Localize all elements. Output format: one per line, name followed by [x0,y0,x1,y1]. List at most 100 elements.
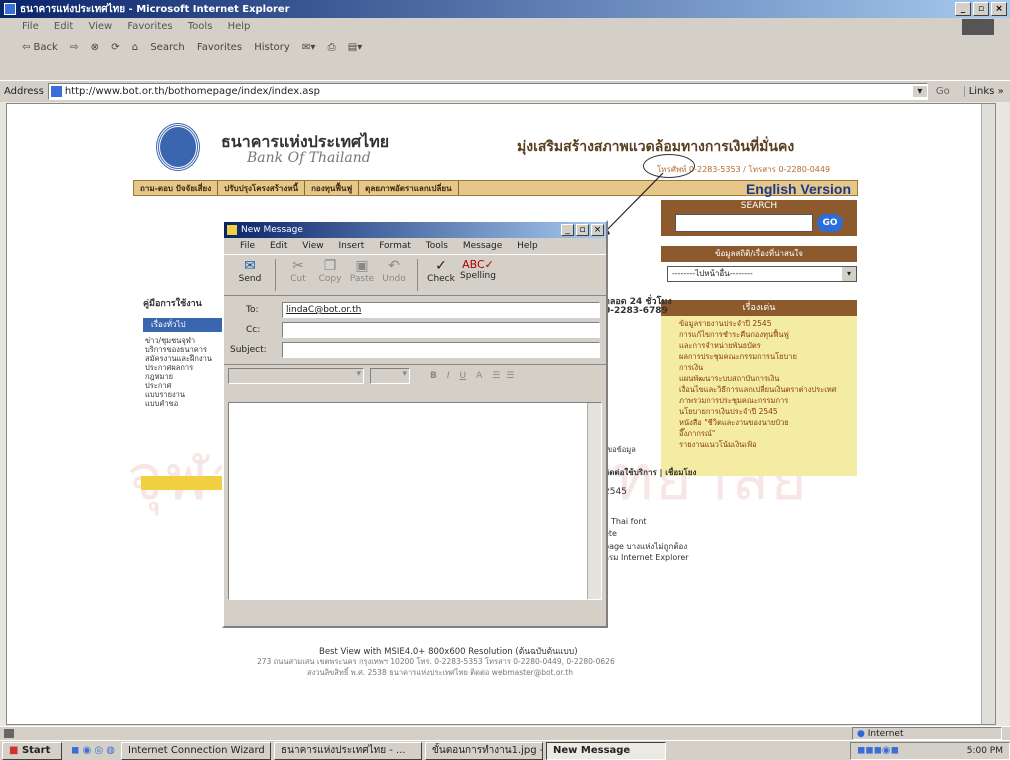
check-names-button[interactable]: ✓ Check [424,255,458,295]
search-go-button[interactable]: GO [817,214,843,232]
forward-button[interactable]: ⇨ [70,42,78,53]
side-item[interactable]: แบบรายงาน [145,390,212,399]
send-button[interactable]: ✉ Send [232,255,268,295]
tray-icons[interactable]: ◼◼◼◉◼ [857,745,899,756]
cut-button[interactable]: ✂ Cut [282,255,314,295]
message-menu-help[interactable]: Help [517,241,538,251]
cc-label[interactable]: Cc: [230,325,282,335]
refresh-button[interactable]: ⟳ [111,42,119,53]
task-image-file[interactable]: ขั้นตอนการทำงาน1.jpg - ... [425,741,544,760]
side-item[interactable]: ประกาศ [145,381,212,390]
side-tab[interactable]: เรื่องทั่วไป [143,318,227,332]
news-item[interactable]: และการจำหน่ายพันธบัตร [679,340,853,351]
mail-icon[interactable]: ✉▾ [302,42,315,53]
underline-button[interactable]: U [460,371,467,381]
message-menu-view[interactable]: View [302,241,323,251]
size-select[interactable]: ▾ [370,367,410,384]
bot-seal-icon [157,124,199,170]
to-label[interactable]: To: [230,305,282,315]
task-new-message[interactable]: New Message [546,741,667,760]
bold-button[interactable]: B [430,371,437,381]
maximize-button[interactable]: ▫ [973,2,989,16]
history-button[interactable]: History [254,42,290,53]
news-item[interactable]: ผลการประชุมคณะกรรมการนโยบาย [679,351,853,362]
dropdown-arrow-icon[interactable]: ▾ [842,267,856,281]
side-item[interactable]: ประกาศผลการ [145,363,212,372]
search-input[interactable] [675,214,813,232]
numbering-button[interactable]: ☰ [492,371,500,381]
news-item[interactable]: หนังสือ "ชีวิตและงานของนายป๋วย [679,417,853,428]
message-menu-tools[interactable]: Tools [426,241,448,251]
menu-tools[interactable]: Tools [188,21,213,32]
nav-item-exchange[interactable]: ดุลยภาพอัตราแลกเปลี่ยน [359,181,459,195]
message-menu-file[interactable]: File [240,241,255,251]
message-minimize-button[interactable]: _ [561,224,574,236]
menu-favorites[interactable]: Favorites [127,21,172,32]
links-button[interactable]: Links » [963,86,1004,97]
side-item[interactable]: แบบคำขอ [145,399,212,408]
print-icon[interactable]: ⎙ [328,42,336,53]
subject-field[interactable] [282,342,600,358]
message-menu-edit[interactable]: Edit [270,241,287,251]
message-close-button[interactable]: × [591,224,604,236]
font-color-button[interactable]: A [476,371,482,381]
english-version-link[interactable]: English Version [740,181,857,197]
home-button[interactable]: ⌂ [132,42,138,53]
font-select[interactable]: ▾ [228,367,364,384]
go-button[interactable]: Go [936,86,950,97]
side-item[interactable]: กฎหมาย [145,372,212,381]
body-scrollbar[interactable] [587,403,601,599]
new-message-icon [227,225,237,235]
side-item[interactable]: บริการของธนาคาร [145,345,212,354]
task-connection-wizard[interactable]: Internet Connection Wizard [121,741,272,760]
italic-button[interactable]: I [447,371,450,381]
news-item[interactable]: ภาพรวมการประชุมคณะกรรมการ [679,395,853,406]
news-item[interactable]: การแก้ไขการชำระคืนกองทุนฟื้นฟู [679,329,853,340]
message-maximize-button[interactable]: ▫ [576,224,589,236]
news-item[interactable]: รายงานแนวโน้มเงินเฟ้อ [679,439,853,450]
start-button[interactable]: ■ Start [2,741,62,760]
nav-item-fund[interactable]: กองทุนฟื้นฟู [305,181,360,195]
page-scrollbar[interactable] [981,104,995,724]
spelling-button[interactable]: ABC✓ Spelling [458,255,498,295]
nav-item-restructure[interactable]: ปรับปรุงโครงสร้างหนี้ [218,181,306,195]
address-label: Address [4,86,44,97]
menu-file[interactable]: File [22,21,39,32]
dropdown-arrow-icon[interactable]: ▾ [912,86,927,97]
menu-help[interactable]: Help [228,21,251,32]
windows-logo-icon [962,19,994,35]
undo-button[interactable]: ↶ Undo [378,255,410,295]
side-item[interactable]: ข่าว/ชุมชนจุฬา [145,336,212,345]
menu-view[interactable]: View [88,21,112,32]
bullets-button[interactable]: ☰ [506,371,514,381]
news-item[interactable]: การเงิน [679,362,853,373]
news-item[interactable]: ข้อมูลรายงานประจำปี 2545 [679,318,853,329]
paste-button[interactable]: ▣ Paste [346,255,378,295]
side-item[interactable]: สมัครงานและฝึกงาน [145,354,212,363]
service-links[interactable]: ติดต่อใช้บริการ | เชื่อมโยง [604,466,696,479]
quick-launch-icons[interactable]: ◼ ◉ ◎ ◍ [71,745,115,756]
minimize-button[interactable]: _ [955,2,971,16]
task-ie-bot[interactable]: ธนาคารแห่งประเทศไทย - ... [274,741,423,760]
message-menu-insert[interactable]: Insert [338,241,364,251]
close-button[interactable]: × [991,2,1007,16]
message-body[interactable] [228,402,602,600]
menu-edit[interactable]: Edit [54,21,73,32]
address-input[interactable]: http://www.bot.or.th/bothomepage/index/i… [47,83,928,100]
news-item[interactable]: นโยบายการเงินประจำปี 2545 [679,406,853,417]
news-item[interactable]: อึ๊งภากรณ์" [679,428,853,439]
back-button[interactable]: ⇦ Back [22,42,58,53]
to-field[interactable]: lindaC@bot.or.th [282,302,600,318]
favorites-button[interactable]: Favorites [197,42,242,53]
message-menu-format[interactable]: Format [379,241,411,251]
nav-item-faq[interactable]: ถาม-ตอบ ปัจจัยเสี่ยง [134,181,219,195]
stats-select[interactable]: --------ไปหน้าอื่น-------- ▾ [667,266,857,282]
cc-field[interactable] [282,322,600,338]
news-item[interactable]: แผนพัฒนาระบบสถาบันการเงิน [679,373,853,384]
search-button[interactable]: Search [150,42,184,53]
edit-icon[interactable]: ▤▾ [348,42,362,53]
message-menu-message[interactable]: Message [463,241,502,251]
news-item[interactable]: เงื่อนไขและวิธีการแลกเปลี่ยนเงินตราต่างป… [679,384,853,395]
copy-button[interactable]: ❐ Copy [314,255,346,295]
stop-button[interactable]: ⊗ [91,42,99,53]
